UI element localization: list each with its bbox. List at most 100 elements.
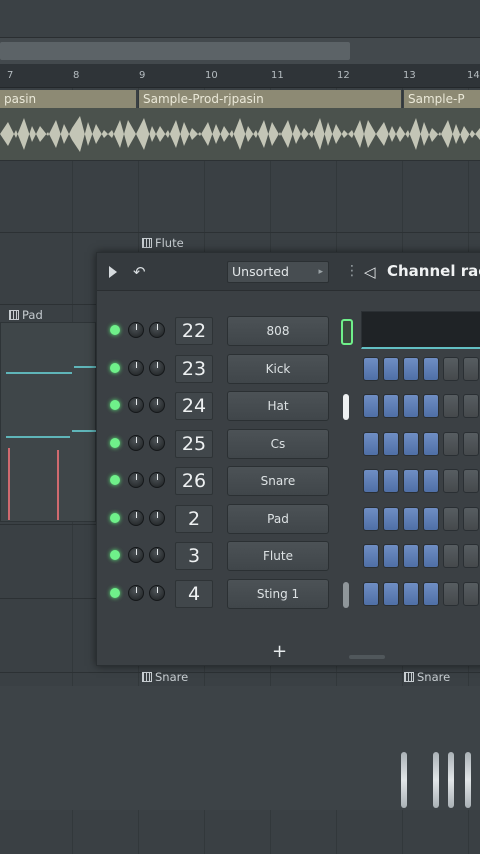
pan-knob[interactable] <box>128 547 144 563</box>
add-channel-button[interactable]: + <box>272 641 287 662</box>
play-icon[interactable] <box>109 266 117 278</box>
step-button[interactable] <box>443 581 459 606</box>
volume-knob[interactable] <box>149 397 165 413</box>
more-options-icon[interactable]: ⋮ <box>345 263 359 279</box>
step-button[interactable] <box>383 544 399 568</box>
step-button[interactable] <box>463 431 479 456</box>
volume-knob[interactable] <box>149 359 165 376</box>
channel-row[interactable]: 26 Snare <box>97 463 480 500</box>
channel-mute-led[interactable] <box>110 550 120 560</box>
step-button[interactable] <box>403 469 419 493</box>
step-button[interactable] <box>463 506 479 531</box>
undo-icon[interactable]: ↶ <box>133 263 146 281</box>
channel-name-button[interactable]: Snare <box>227 466 329 496</box>
step-button[interactable] <box>383 506 399 531</box>
step-button[interactable] <box>443 506 459 531</box>
channel-select-indicator[interactable] <box>343 581 349 608</box>
step-button[interactable] <box>423 394 439 418</box>
step-button[interactable] <box>423 506 439 531</box>
pattern-clip-flute[interactable]: Flute <box>142 236 184 250</box>
channel-select-indicator[interactable] <box>343 394 349 420</box>
step-button[interactable] <box>443 431 459 456</box>
step-button[interactable] <box>423 469 439 493</box>
step-button[interactable] <box>463 356 479 381</box>
step-button[interactable] <box>383 356 399 381</box>
mixer-track-number[interactable]: 3 <box>175 542 213 570</box>
step-button[interactable] <box>463 544 479 568</box>
step-button[interactable] <box>383 581 399 606</box>
step-button[interactable] <box>403 394 419 418</box>
channel-select-indicator[interactable] <box>341 432 353 458</box>
channel-select-indicator[interactable] <box>341 507 353 533</box>
channel-row[interactable]: 4 Sting 1 <box>97 576 480 613</box>
channel-select-indicator[interactable] <box>341 469 353 495</box>
step-button[interactable] <box>403 506 419 531</box>
pan-knob[interactable] <box>128 509 144 526</box>
step-button[interactable] <box>363 581 379 606</box>
step-button[interactable] <box>463 394 479 418</box>
channel-name-button[interactable]: Cs <box>227 428 329 459</box>
timeline-ruler[interactable]: 7 8 9 10 11 12 13 14 <box>0 64 480 88</box>
channel-select-indicator[interactable] <box>341 319 353 345</box>
volume-knob[interactable] <box>149 434 165 451</box>
channel-row[interactable]: 2 Pad <box>97 501 480 538</box>
channel-row[interactable]: 23 Kick <box>97 351 480 388</box>
channel-mute-led[interactable] <box>110 512 120 523</box>
channel-rack-titlebar[interactable]: ↶ Unsorted ▸ ⋮ ◁ Channel rack <box>97 253 480 291</box>
channel-name-button[interactable]: Kick <box>227 353 329 384</box>
step-button[interactable] <box>383 394 399 418</box>
channel-mute-led[interactable] <box>110 587 120 598</box>
step-button[interactable] <box>363 469 379 493</box>
step-button[interactable] <box>363 356 379 381</box>
channel-mute-led[interactable] <box>110 400 120 410</box>
step-button[interactable] <box>383 431 399 456</box>
step-button[interactable] <box>423 431 439 456</box>
step-button[interactable] <box>443 544 459 568</box>
step-button[interactable] <box>443 394 459 418</box>
audio-waveform[interactable] <box>0 108 480 160</box>
channel-mute-led[interactable] <box>110 362 120 373</box>
channel-mute-led[interactable] <box>110 475 120 485</box>
channel-row[interactable]: 22 808 <box>97 313 480 350</box>
step-button[interactable] <box>403 544 419 568</box>
pan-knob[interactable] <box>128 359 144 376</box>
pattern-clip-snare[interactable]: Snare <box>404 670 450 684</box>
step-button[interactable] <box>403 356 419 381</box>
channel-rack-window[interactable]: ↶ Unsorted ▸ ⋮ ◁ Channel rack 2280823Kic… <box>96 252 480 666</box>
step-button[interactable] <box>443 469 459 493</box>
channel-select-indicator[interactable] <box>341 357 353 383</box>
volume-knob[interactable] <box>149 509 165 526</box>
horizontal-scrollbar[interactable] <box>0 38 480 64</box>
mixer-track-number[interactable]: 24 <box>175 392 213 420</box>
volume-knob[interactable] <box>149 547 165 563</box>
rack-scrollbar[interactable] <box>349 655 385 659</box>
mixer-track-number[interactable]: 4 <box>175 579 213 608</box>
step-button[interactable] <box>423 356 439 381</box>
pattern-clip-pad-header[interactable]: Pad <box>9 308 43 322</box>
mixer-track-number[interactable]: 25 <box>175 429 213 458</box>
channel-row[interactable]: 24 Hat <box>97 388 480 425</box>
channel-row[interactable]: 25 Cs <box>97 426 480 463</box>
volume-knob[interactable] <box>149 472 165 488</box>
channel-row[interactable]: 3 Flute <box>97 538 480 575</box>
pan-knob[interactable] <box>128 322 144 338</box>
step-button[interactable] <box>463 469 479 493</box>
step-button[interactable] <box>443 356 459 381</box>
volume-knob[interactable] <box>149 584 165 601</box>
step-button[interactable] <box>363 544 379 568</box>
mixer-track-number[interactable]: 23 <box>175 354 213 383</box>
channel-name-button[interactable]: 808 <box>227 316 329 346</box>
channel-mute-led[interactable] <box>110 437 120 448</box>
pattern-clip-snare[interactable]: Snare <box>142 670 188 684</box>
pattern-clip-pad[interactable] <box>0 322 96 522</box>
channel-select-indicator[interactable] <box>341 544 353 570</box>
step-button[interactable] <box>423 544 439 568</box>
scrollbar-thumb[interactable] <box>0 42 350 60</box>
pan-knob[interactable] <box>128 584 144 601</box>
channel-name-button[interactable]: Hat <box>227 391 329 421</box>
step-button[interactable] <box>403 431 419 456</box>
mixer-track-number[interactable]: 2 <box>175 504 213 533</box>
channel-name-button[interactable]: Flute <box>227 541 329 571</box>
mixer-track-number[interactable]: 22 <box>175 317 213 345</box>
volume-knob[interactable] <box>149 322 165 338</box>
